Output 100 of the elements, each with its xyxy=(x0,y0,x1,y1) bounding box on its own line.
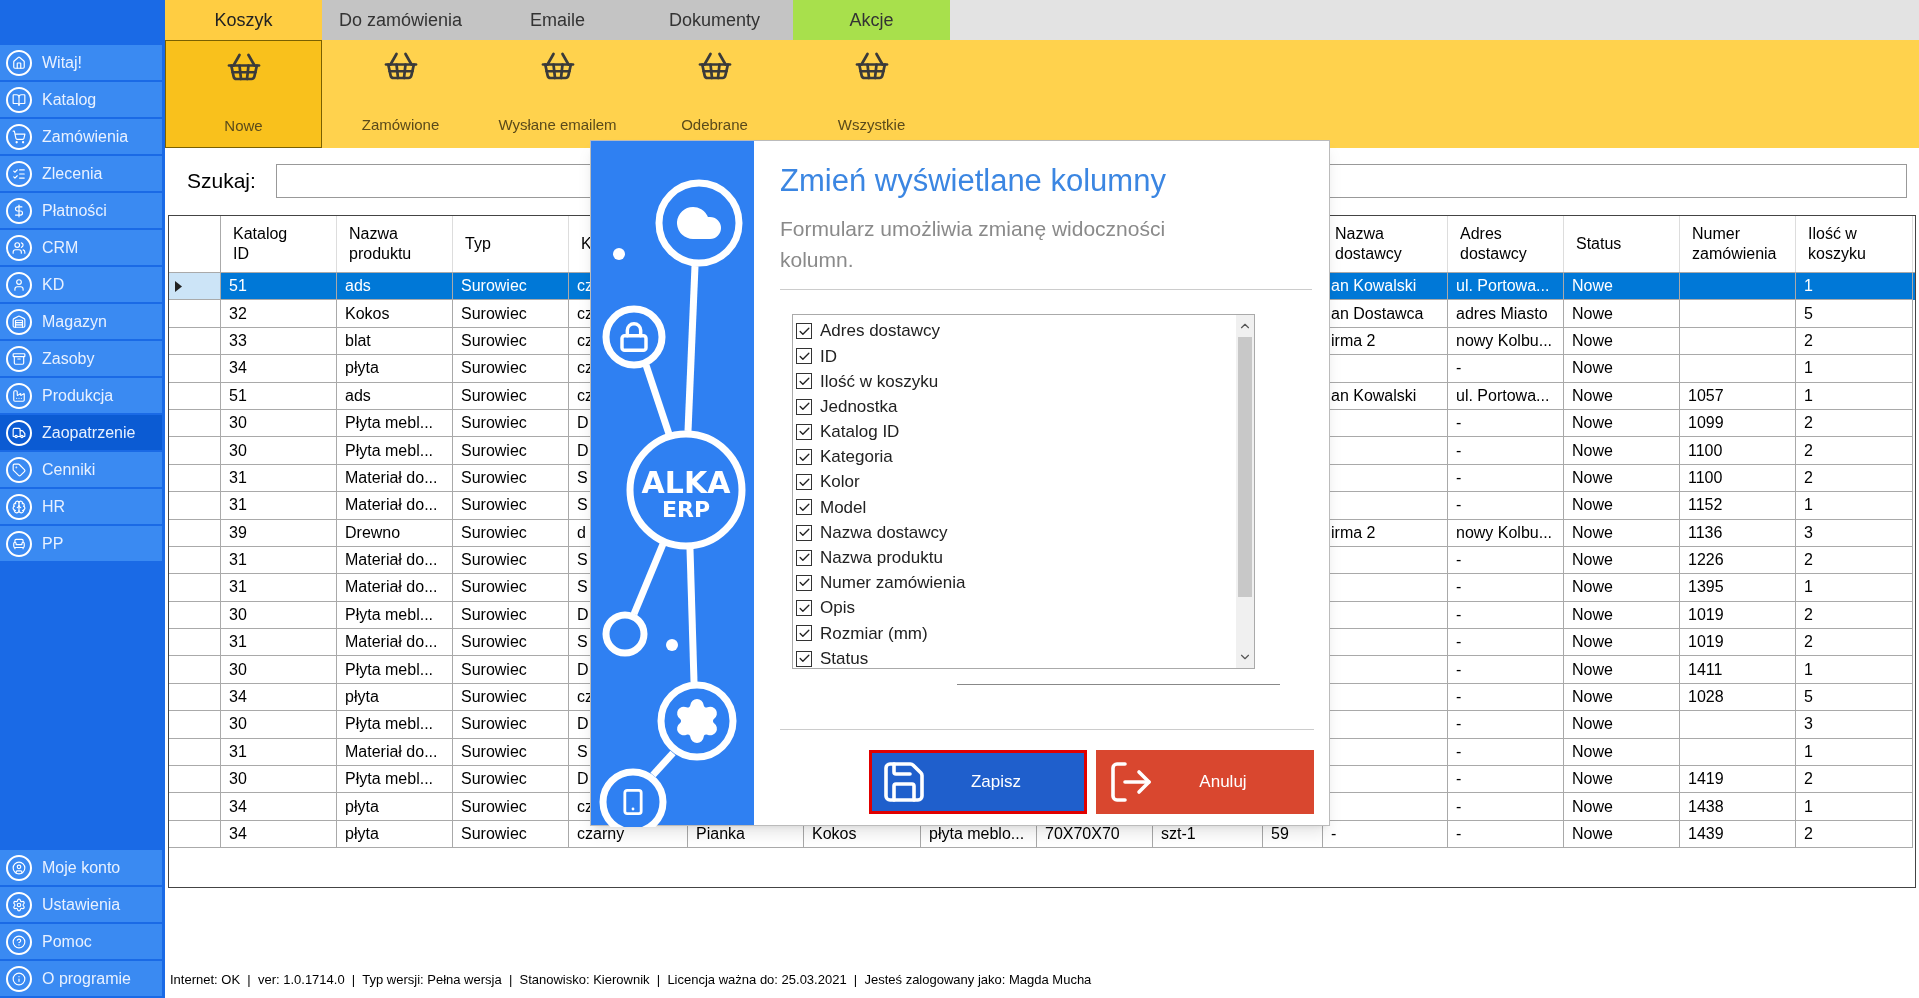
toolbar-button[interactable]: Wszystkie xyxy=(793,40,950,148)
row-header-cell[interactable] xyxy=(169,519,221,547)
row-header-cell[interactable] xyxy=(169,355,221,383)
table-cell-text: 30 xyxy=(229,769,247,790)
row-header-cell[interactable] xyxy=(169,711,221,739)
tag-icon xyxy=(6,456,32,483)
toolbar-button[interactable]: Odebrane xyxy=(636,40,793,148)
row-header-cell[interactable] xyxy=(169,273,221,301)
row-header-cell[interactable] xyxy=(169,601,221,630)
table-cell-text: - xyxy=(1456,604,1462,625)
table-cell-text: 2 xyxy=(1804,440,1813,461)
row-header-cell[interactable] xyxy=(169,820,221,849)
table-cell-text: Surowiec xyxy=(461,330,527,351)
column-checkbox[interactable]: Model xyxy=(796,494,1236,520)
column-checkbox[interactable]: Rozmiar (mm) xyxy=(796,620,1236,646)
column-header[interactable]: Numer zamówienia xyxy=(1692,224,1777,264)
table-cell-text: 2 xyxy=(1804,330,1813,351)
table-cell-text: Surowiec xyxy=(461,604,527,625)
column-header[interactable]: K xyxy=(581,234,592,254)
table-cell-text: 59 xyxy=(1271,824,1289,844)
row-header-cell[interactable] xyxy=(169,629,221,657)
toolbar-button[interactable]: Nowe xyxy=(165,40,322,148)
column-checkbox[interactable]: Opis xyxy=(796,595,1236,621)
row-header-cell[interactable] xyxy=(169,409,221,438)
column-header[interactable]: Katalog ID xyxy=(233,224,288,264)
column-checkbox[interactable]: Jednostka xyxy=(796,394,1236,420)
table-cell-text: Nowe xyxy=(1572,659,1613,680)
column-header[interactable]: Status xyxy=(1576,234,1622,254)
scrollbar[interactable] xyxy=(1236,314,1254,668)
table-cell-text: 1 xyxy=(1804,659,1813,680)
row-header-cell[interactable] xyxy=(169,437,221,465)
table-cell-text: 70X70X70 xyxy=(1045,824,1120,844)
toolbar-button[interactable]: Zamówione xyxy=(322,40,479,148)
column-checkbox[interactable]: Kategoria xyxy=(796,444,1236,470)
table-cell-text: 2 xyxy=(1804,632,1813,653)
table-cell-text: S xyxy=(577,577,588,598)
row-header-cell[interactable] xyxy=(169,574,221,602)
table-cell-text: 31 xyxy=(229,741,247,762)
warehouse-icon xyxy=(6,308,32,335)
tab[interactable]: Do zamówienia xyxy=(322,0,479,40)
table-cell-text: Nowe xyxy=(1572,687,1613,708)
row-header-cell[interactable] xyxy=(169,300,221,328)
column-checkbox[interactable]: Nazwa produktu xyxy=(796,545,1236,571)
table-cell-text: Kokos xyxy=(812,824,857,844)
list-icon xyxy=(6,160,32,187)
table-cell-text: 1 xyxy=(1804,495,1813,516)
table-cell-text: D xyxy=(577,604,589,625)
column-checkbox[interactable]: Katalog ID xyxy=(796,419,1236,445)
column-checkbox[interactable]: Adres dostawcy xyxy=(796,318,1236,344)
column-checkbox[interactable]: Numer zamówienia xyxy=(796,570,1236,596)
cancel-button[interactable]: Anuluj xyxy=(1096,749,1314,814)
row-header-cell[interactable] xyxy=(169,793,221,821)
table-cell-text: 2 xyxy=(1804,550,1813,571)
table-cell-text: Surowiec xyxy=(461,824,527,844)
row-header-cell[interactable] xyxy=(169,683,221,712)
column-checkbox[interactable]: Kolor xyxy=(796,469,1236,495)
table-cell-text: Surowiec xyxy=(461,385,527,406)
column-checkbox[interactable]: Status xyxy=(796,645,1236,672)
table-cell-text: Surowiec xyxy=(461,550,527,571)
column-header[interactable]: Nazwa dostawcy xyxy=(1335,224,1402,264)
row-header-cell[interactable] xyxy=(169,464,221,493)
column-header[interactable]: Nazwa produktu xyxy=(349,224,412,264)
row-header-cell[interactable] xyxy=(169,766,221,794)
table-cell-text: 2 xyxy=(1804,413,1813,434)
tab[interactable]: Dokumenty xyxy=(636,0,793,40)
save-button[interactable]: Zapisz xyxy=(869,749,1087,814)
column-header[interactable]: Adres dostawcy xyxy=(1460,224,1527,264)
column-header[interactable]: Typ xyxy=(465,234,491,254)
toolbar-button[interactable]: Wysłane emailem xyxy=(479,40,636,148)
table-cell-text: Nowe xyxy=(1572,303,1613,324)
column-header[interactable]: Ilość w koszyku xyxy=(1808,224,1866,264)
row-header-cell[interactable] xyxy=(169,738,221,767)
table-cell-text: Nowe xyxy=(1572,824,1613,844)
tab[interactable]: Emaile xyxy=(479,0,636,40)
lock-icon xyxy=(620,321,648,353)
table-cell-text: D xyxy=(577,659,589,680)
tab[interactable]: Akcje xyxy=(793,0,950,40)
row-header-cell[interactable] xyxy=(169,382,221,410)
row-header-cell[interactable] xyxy=(169,656,221,684)
column-checkbox[interactable]: ID xyxy=(796,343,1236,369)
row-header-cell[interactable] xyxy=(169,327,221,356)
row-header-cell[interactable] xyxy=(169,546,221,575)
table-cell-text: Materiał do... xyxy=(345,577,438,598)
column-checkbox[interactable]: Ilość w koszyku xyxy=(796,368,1236,395)
table-cell-text: - xyxy=(1456,413,1462,434)
table-cell-text: Nowe xyxy=(1572,440,1613,461)
table-cell-text: 2 xyxy=(1804,769,1813,790)
tab[interactable]: Koszyk xyxy=(165,0,322,40)
table-cell-text: 34 xyxy=(229,358,247,379)
table-cell-text: Nowe xyxy=(1572,577,1613,598)
sidebar-item[interactable]: Zaopatrzenie xyxy=(0,415,162,450)
table-cell-text: 31 xyxy=(229,495,247,516)
table-cell-text: 30 xyxy=(229,440,247,461)
table-cell-text: Nowe xyxy=(1572,714,1613,735)
search-label: Szukaj: xyxy=(187,167,256,194)
table-cell-text: nowy Kolbu... xyxy=(1456,330,1553,351)
table-cell-text: - xyxy=(1456,632,1462,653)
column-checkbox[interactable]: Nazwa dostawcy xyxy=(796,520,1236,546)
row-header-cell[interactable] xyxy=(169,492,221,520)
archive-icon xyxy=(6,345,32,372)
